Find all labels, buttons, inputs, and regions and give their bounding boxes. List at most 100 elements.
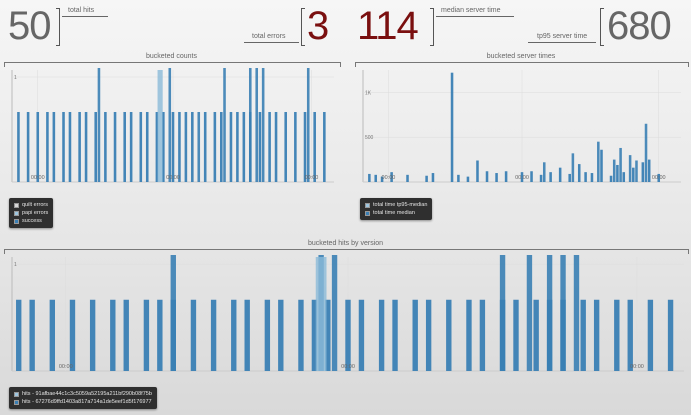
bar bbox=[571, 153, 575, 182]
bar bbox=[392, 299, 398, 371]
bar bbox=[323, 112, 326, 182]
legend-label-version-1: hits - 91afbae44c1c3c5059a52195a211bf290… bbox=[22, 391, 152, 397]
median-server-time-label: median server time bbox=[441, 7, 501, 14]
legend-item-success[interactable]: success bbox=[14, 217, 48, 225]
bar bbox=[374, 174, 377, 182]
bar bbox=[313, 112, 316, 182]
y-tick-label: 1 bbox=[14, 262, 17, 268]
bar bbox=[26, 112, 30, 182]
x-tick-label: 00:00 bbox=[652, 175, 666, 181]
bar bbox=[306, 68, 310, 182]
bar bbox=[406, 174, 409, 182]
total-hits-value: 50 bbox=[8, 4, 51, 48]
bar bbox=[358, 299, 365, 371]
bar bbox=[628, 155, 632, 182]
bar bbox=[145, 112, 149, 182]
bar bbox=[89, 299, 96, 371]
bar bbox=[190, 299, 197, 371]
bar bbox=[113, 112, 117, 182]
total-errors-bracket bbox=[301, 8, 305, 46]
bar bbox=[641, 162, 645, 182]
bar bbox=[533, 299, 539, 371]
bar bbox=[303, 112, 307, 182]
highlight-bar bbox=[157, 70, 163, 182]
bar bbox=[560, 255, 566, 371]
bar bbox=[244, 299, 250, 371]
x-tick-label: 00:00 bbox=[382, 175, 396, 181]
x-tick-label: 00:00 bbox=[305, 175, 319, 181]
bar bbox=[549, 172, 552, 182]
bar bbox=[479, 299, 486, 371]
x-tick-label: 00:00 bbox=[515, 175, 529, 181]
bar bbox=[526, 255, 533, 371]
bucketed-counts-title: bucketed counts bbox=[146, 53, 197, 60]
highlight-bar bbox=[315, 257, 327, 371]
bar bbox=[590, 173, 594, 182]
legend-item-version-1[interactable]: hits - 91afbae44c1c3c5059a52195a211bf290… bbox=[14, 390, 152, 398]
bar bbox=[184, 112, 188, 182]
bar bbox=[123, 112, 126, 182]
bar bbox=[368, 173, 371, 182]
bar bbox=[568, 173, 571, 182]
bar bbox=[298, 299, 304, 371]
bar bbox=[242, 112, 246, 182]
bar bbox=[425, 175, 428, 182]
bar bbox=[264, 299, 271, 371]
bar bbox=[539, 174, 543, 182]
bar bbox=[157, 299, 163, 371]
bar bbox=[16, 299, 22, 371]
tp95-median-swatch bbox=[365, 202, 370, 208]
bar bbox=[231, 299, 237, 371]
bar bbox=[573, 255, 580, 371]
bucketed-counts-rule bbox=[4, 62, 341, 67]
x-tick-label: 00:00 bbox=[59, 364, 73, 370]
bar bbox=[223, 68, 226, 182]
bar bbox=[284, 112, 287, 182]
bar bbox=[110, 299, 116, 371]
bar bbox=[345, 299, 351, 371]
total-hits-rule bbox=[62, 16, 108, 17]
bucketed-hits-by-version-chart: 1 00:00 00:00 00:00 bbox=[11, 255, 684, 372]
bar bbox=[46, 112, 49, 182]
bucketed-hits-by-version-rule bbox=[4, 249, 689, 254]
bar bbox=[268, 112, 271, 182]
tp95-server-time-rule bbox=[528, 42, 596, 43]
legend-item-quilt-errors[interactable]: quilt errors bbox=[14, 201, 48, 209]
bar bbox=[248, 68, 252, 182]
bar bbox=[94, 112, 98, 182]
bar bbox=[622, 172, 626, 182]
bar bbox=[431, 173, 435, 182]
version-1-swatch bbox=[14, 391, 19, 397]
bar bbox=[466, 176, 470, 182]
bar bbox=[52, 112, 56, 182]
bar bbox=[129, 112, 133, 182]
bar bbox=[647, 159, 651, 182]
bar bbox=[577, 164, 581, 182]
legend-label-version-2: hits - 67276d9ffd1403a817a714a1de5eef1d5… bbox=[22, 399, 152, 405]
bar bbox=[597, 141, 600, 182]
bar bbox=[457, 174, 460, 182]
bar bbox=[84, 112, 88, 182]
quilt-errors-swatch bbox=[14, 202, 19, 208]
total-errors-label: total errors bbox=[252, 33, 286, 40]
x-tick-label: 00:00 bbox=[341, 364, 355, 370]
legend-item-papi-errors[interactable]: papi errors bbox=[14, 209, 48, 217]
bucketed-hits-by-version-title: bucketed hits by version bbox=[307, 240, 384, 247]
bucketed-counts-chart: 1 00:00 00:00 00:00 bbox=[11, 68, 334, 183]
bar bbox=[261, 68, 265, 182]
bar bbox=[49, 299, 56, 371]
legend-item-median[interactable]: total time median bbox=[365, 209, 427, 217]
y-tick-label: 500 bbox=[365, 135, 374, 141]
median-server-time-value: 114 bbox=[357, 4, 419, 48]
version-2-swatch bbox=[14, 399, 19, 405]
bar bbox=[619, 147, 622, 182]
success-swatch bbox=[14, 218, 19, 224]
legend-label-tp95-median: total time tp95-median bbox=[373, 202, 428, 208]
bar bbox=[255, 68, 259, 182]
legend-item-version-2[interactable]: hits - 67276d9ffd1403a817a714a1de5eef1d5… bbox=[14, 398, 152, 406]
x-tick-label: 00:00 bbox=[31, 175, 45, 181]
bar bbox=[210, 299, 217, 371]
bucketed-server-times-title: bucketed server times bbox=[486, 53, 556, 60]
bar bbox=[614, 299, 620, 371]
legend-item-tp95-median[interactable]: total time tp95-median bbox=[365, 201, 427, 209]
